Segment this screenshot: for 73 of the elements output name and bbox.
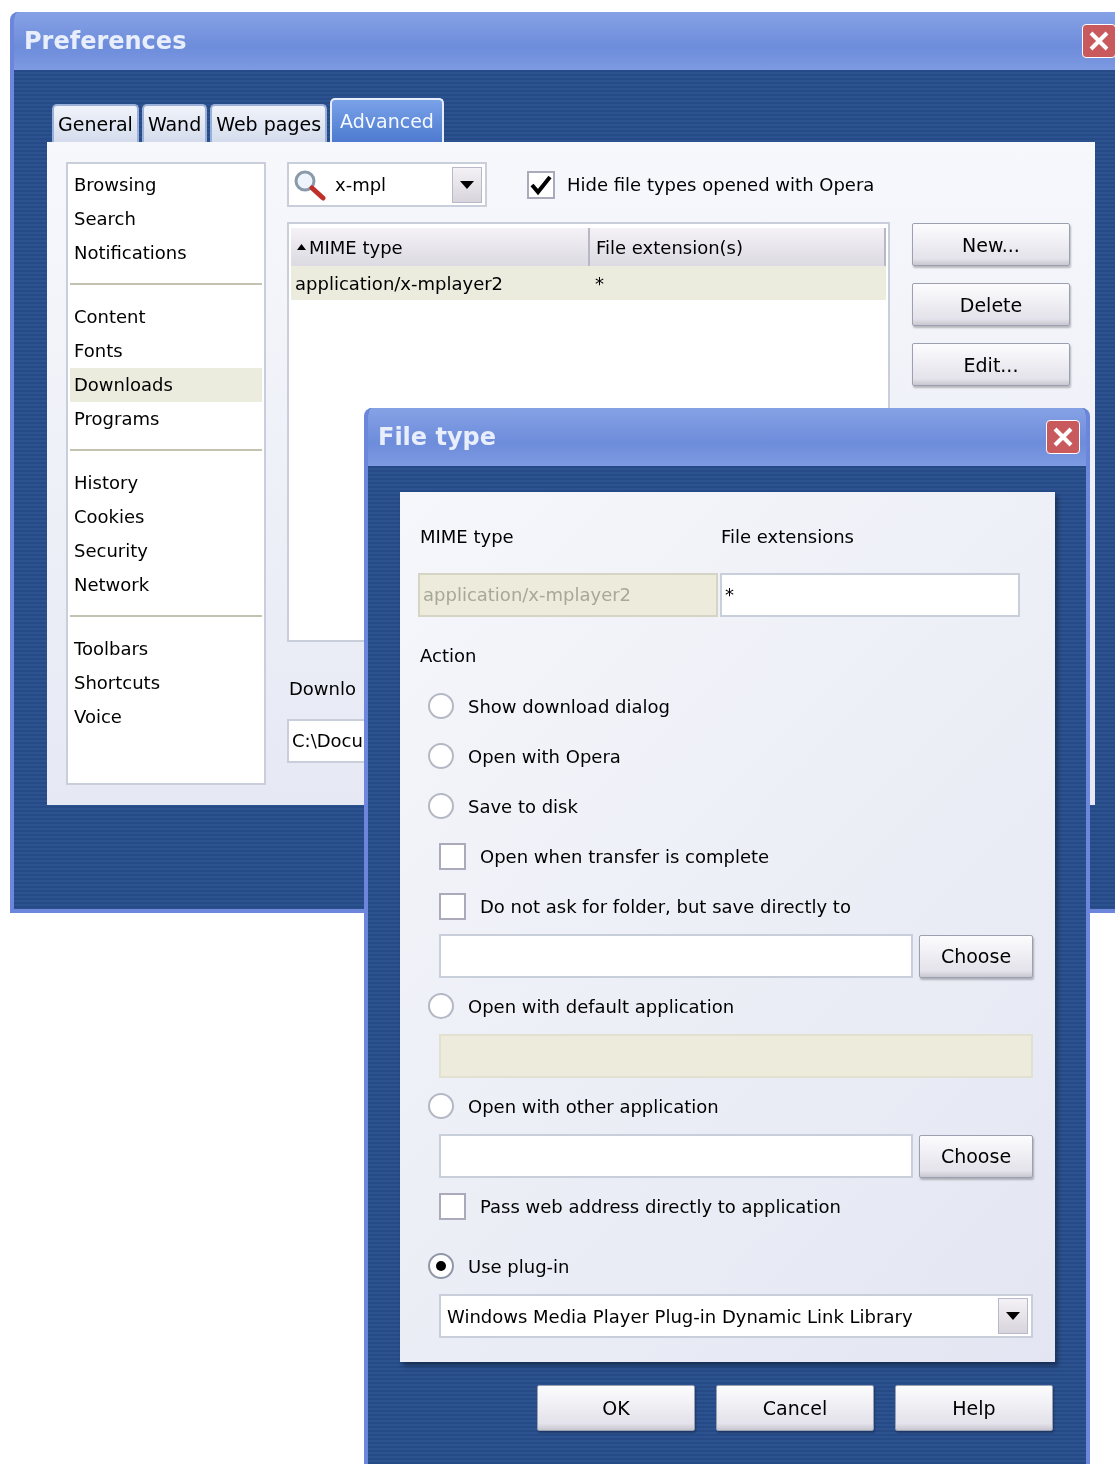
dialog-title: File type [378,423,497,451]
checkmark-icon [529,173,553,196]
table-row[interactable]: application/x-mplayer2 * [291,266,886,300]
column-header[interactable]: MIME type [291,228,590,266]
table-cell-text: * [594,272,604,294]
radio-button[interactable] [428,993,454,1019]
category-item[interactable]: Downloads [70,368,262,402]
close-button[interactable] [1046,420,1080,454]
category-item[interactable]: Fonts [70,334,262,368]
category-item[interactable]: Voice [70,700,262,734]
section-label: Action [419,644,478,668]
checkbox-label: Do not ask for folder, but save directly to [480,895,851,917]
radio-label: Open with other application [468,1095,719,1117]
mime-type-field: application/x-mplayer2 [418,573,718,617]
plugin-select[interactable]: Windows Media Player Plug-in Dynamic Link Library [439,1294,1033,1338]
dialog-button[interactable]: Help [895,1385,1053,1431]
category-item[interactable]: Notifications [70,236,262,270]
path-field[interactable] [439,934,913,978]
category-item[interactable]: Network [70,568,262,602]
radio-button[interactable] [428,793,454,819]
dialog-button[interactable]: OK [537,1385,695,1431]
dropdown-button[interactable] [452,166,482,203]
field-label: MIME type [420,525,515,547]
column-header[interactable]: File extension(s) [590,228,886,266]
radio-label: Show download dialog [468,695,670,717]
close-icon [1087,29,1111,53]
field-label: File extensions [721,525,854,547]
checkbox[interactable] [439,842,466,870]
caret-icon [1006,1312,1020,1320]
dropdown-button[interactable] [998,1298,1028,1334]
radio-button[interactable] [428,743,454,769]
caret-icon [460,180,474,189]
category-item[interactable]: Toolbars [70,632,262,666]
checkbox[interactable] [527,170,555,199]
close-icon [1051,425,1075,449]
radio-label: Open with default application [468,995,735,1017]
category-item[interactable]: Search [70,202,262,236]
table-cell-text: application/x-mplayer2 [294,272,505,294]
path-field[interactable] [439,1134,913,1178]
checkbox-label: Open when transfer is complete [480,845,770,867]
close-button[interactable] [1082,24,1115,58]
choose-button[interactable]: Choose [919,934,1033,978]
search-icon [293,168,327,201]
category-item[interactable]: Programs [70,402,262,436]
action-button[interactable]: New... [912,223,1070,266]
category-item[interactable]: Content [70,300,262,334]
action-button[interactable]: Delete [912,283,1070,326]
radio-button[interactable] [428,1093,454,1119]
extensions-field[interactable]: * [720,573,1020,617]
filter-combo[interactable]: x-mpl [287,162,487,207]
tab[interactable]: Wand [141,104,208,142]
dialog-button[interactable]: Cancel [716,1385,874,1431]
category-item[interactable]: History [70,466,262,500]
checkbox[interactable] [439,1192,466,1220]
radio-button[interactable] [428,1253,454,1279]
tab[interactable]: Web pages [210,104,328,142]
radio-label: Save to disk [468,795,578,817]
category-item[interactable]: Browsing [70,168,262,202]
category-item[interactable]: Cookies [70,500,262,534]
checkbox-label: Pass web address directly to application [480,1195,841,1217]
category-item[interactable]: Security [70,534,262,568]
radio-label: Open with Opera [468,745,621,767]
field-label: Downlo [288,677,358,701]
checkbox-label: Hide file types opened with Opera [567,174,875,195]
sort-arrow-icon [297,244,306,250]
radio-label: Use plug-in [468,1255,570,1277]
category-item[interactable]: Shortcuts [70,666,262,700]
checkbox[interactable] [439,892,466,920]
choose-button[interactable]: Choose [919,1134,1033,1178]
action-button[interactable]: Edit... [912,343,1070,386]
window-title: Preferences [24,27,187,55]
tab[interactable]: General [52,104,139,142]
radio-button[interactable] [428,693,454,719]
